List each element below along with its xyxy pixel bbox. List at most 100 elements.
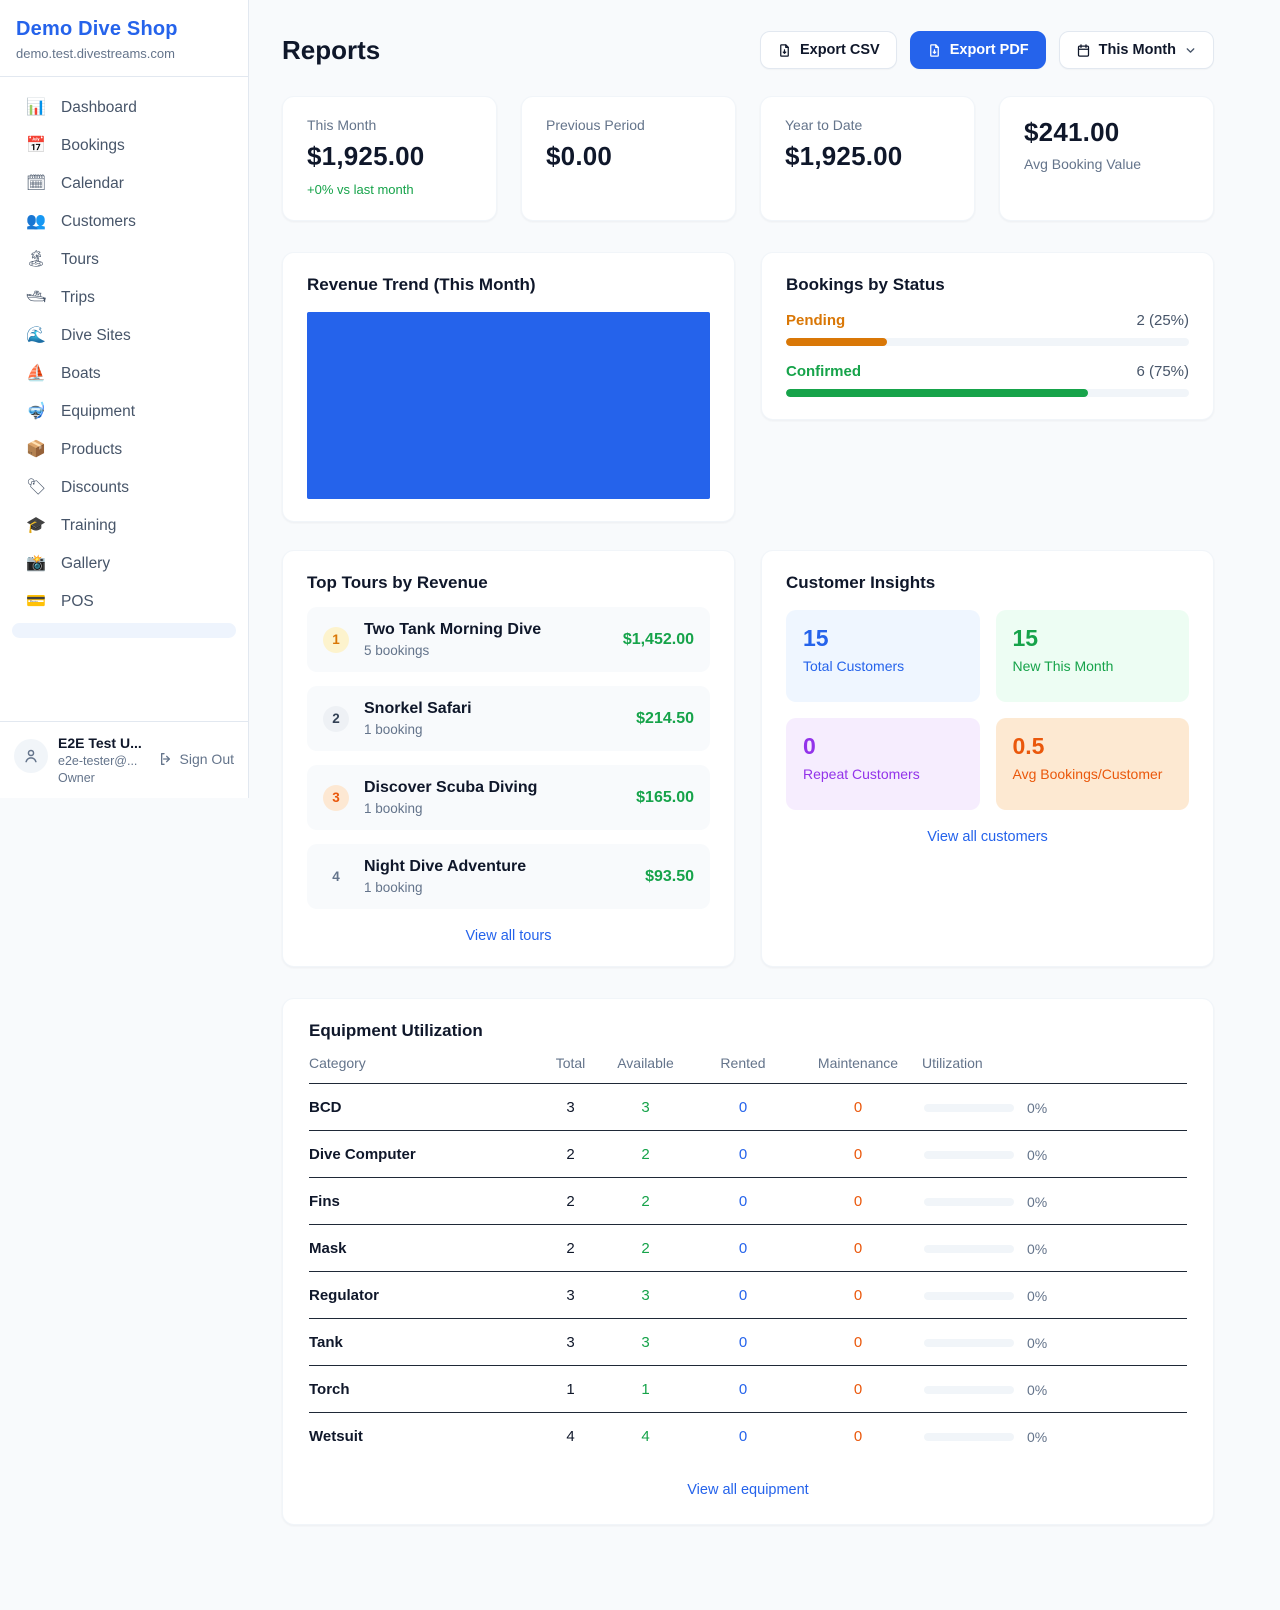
utilization-bar (924, 1198, 1014, 1206)
calendar-icon (1076, 43, 1091, 58)
user-email: e2e-tester@... (58, 754, 142, 768)
sidebar-item-label: Dashboard (61, 99, 137, 117)
sidebar-item-label: Training (61, 517, 116, 535)
training-icon: 🎓 (26, 518, 46, 534)
table-row: Torch 1 1 0 0 0% (309, 1366, 1187, 1413)
equipment-icon: 🤿 (26, 404, 46, 420)
sidebar-item-label: Gallery (61, 555, 110, 573)
tour-row-4[interactable]: 4 Night Dive Adventure 1 booking $93.50 (307, 844, 710, 909)
sidebar-item-calendar[interactable]: 🗓 Calendar (12, 165, 236, 203)
sidebar-item-trips[interactable]: 🛥 Trips (12, 279, 236, 317)
tours-icon: 🏝 (26, 252, 46, 268)
status-label: Pending (786, 312, 845, 329)
stat-value: $241.00 (1024, 117, 1189, 148)
products-icon: 📦 (26, 442, 46, 458)
sidebar-item-pos[interactable]: 💳 POS (12, 583, 236, 621)
file-download-icon (927, 43, 942, 58)
tile-total-customers: 15 Total Customers (786, 610, 980, 702)
sidebar-item-dashboard[interactable]: 📊 Dashboard (12, 89, 236, 127)
tile-new-this-month: 15 New This Month (996, 610, 1190, 702)
sidebar-item-gallery[interactable]: 📸 Gallery (12, 545, 236, 583)
tour-row-1[interactable]: 1 Two Tank Morning Dive 5 bookings $1,45… (307, 607, 710, 672)
sidebar-item-label: Tours (61, 251, 99, 269)
col-available: Available (599, 1055, 692, 1071)
tour-revenue: $93.50 (645, 868, 694, 886)
sidebar-item-tours[interactable]: 🏝 Tours (12, 241, 236, 279)
utilization-bar (924, 1104, 1014, 1112)
tile-value: 0 (803, 733, 963, 760)
boats-icon: ⛵ (26, 366, 46, 382)
bookings-by-status-card: Bookings by Status Pending 2 (25%) Confi… (761, 252, 1214, 420)
tile-label: New This Month (1013, 658, 1173, 674)
sidebar-active-item-partial[interactable] (12, 623, 236, 638)
table-row: Tank 3 3 0 0 0% (309, 1319, 1187, 1366)
tour-row-3[interactable]: 3 Discover Scuba Diving 1 booking $165.0… (307, 765, 710, 830)
file-download-icon (777, 43, 792, 58)
export-pdf-button[interactable]: Export PDF (910, 31, 1046, 69)
card-title: Top Tours by Revenue (307, 573, 710, 593)
equipment-table-header: Category Total Available Rented Maintena… (309, 1041, 1187, 1084)
view-all-customers-link[interactable]: View all customers (786, 829, 1189, 845)
tour-bookings: 1 booking (364, 722, 472, 737)
header-actions: Export CSV Export PDF This Month (760, 31, 1214, 69)
card-title: Equipment Utilization (309, 1021, 1187, 1041)
chevron-down-icon (1184, 44, 1197, 57)
customers-icon: 👥 (26, 214, 46, 230)
sidebar-item-bookings[interactable]: 📅 Bookings (12, 127, 236, 165)
tile-avg-bookings-customer: 0.5 Avg Bookings/Customer (996, 718, 1190, 810)
customer-insights-card: Customer Insights 15 Total Customers 15 … (761, 550, 1214, 967)
sidebar-item-dive-sites[interactable]: 🌊 Dive Sites (12, 317, 236, 355)
revenue-trend-card: Revenue Trend (This Month) (282, 252, 735, 522)
period-dropdown[interactable]: This Month (1059, 31, 1214, 69)
user-name: E2E Test U... (58, 735, 142, 751)
stat-value: $1,925.00 (307, 141, 472, 172)
sign-out-button[interactable]: Sign Out (158, 751, 234, 767)
dashboard-icon: 📊 (26, 100, 46, 116)
tour-revenue: $165.00 (636, 789, 694, 807)
user-role: Owner (58, 771, 142, 785)
gallery-icon: 📸 (26, 556, 46, 572)
tour-name: Two Tank Morning Dive (364, 621, 541, 639)
view-all-tours-link[interactable]: View all tours (307, 928, 710, 944)
sidebar-item-boats[interactable]: ⛵ Boats (12, 355, 236, 393)
status-progress-track (786, 338, 1189, 346)
table-row: Regulator 3 3 0 0 0% (309, 1272, 1187, 1319)
status-label: Confirmed (786, 363, 861, 380)
sidebar-item-label: Bookings (61, 137, 125, 155)
sidebar-item-label: Discounts (61, 479, 129, 497)
page-header: Reports Export CSV Export PDF This Month (282, 31, 1214, 69)
stat-delta: +0% vs last month (307, 182, 472, 197)
sidebar-item-label: Calendar (61, 175, 124, 193)
sidebar-item-discounts[interactable]: 🏷 Discounts (12, 469, 236, 507)
sign-out-icon (158, 751, 174, 767)
tile-repeat-customers: 0 Repeat Customers (786, 718, 980, 810)
rank-badge: 3 (323, 785, 349, 811)
view-all-equipment-link[interactable]: View all equipment (309, 1482, 1187, 1498)
sidebar-item-products[interactable]: 📦 Products (12, 431, 236, 469)
export-csv-button[interactable]: Export CSV (760, 31, 897, 69)
card-title: Revenue Trend (This Month) (307, 275, 710, 295)
tile-label: Repeat Customers (803, 766, 963, 782)
card-title: Customer Insights (786, 573, 1189, 593)
discounts-icon: 🏷 (26, 480, 46, 496)
tour-bookings: 5 bookings (364, 643, 541, 658)
sidebar-item-customers[interactable]: 👥 Customers (12, 203, 236, 241)
sidebar-item-equipment[interactable]: 🤿 Equipment (12, 393, 236, 431)
status-progress-track (786, 389, 1189, 397)
col-utilization: Utilization (922, 1055, 1187, 1071)
sidebar-item-label: Equipment (61, 403, 135, 421)
equipment-utilization-card: Equipment Utilization Category Total Ava… (282, 998, 1214, 1525)
tour-bookings: 1 booking (364, 801, 537, 816)
sidebar: Demo Dive Shop demo.test.divestreams.com… (0, 0, 249, 798)
sidebar-item-training[interactable]: 🎓 Training (12, 507, 236, 545)
table-row: Fins 2 2 0 0 0% (309, 1178, 1187, 1225)
stat-label: Year to Date (785, 117, 950, 133)
col-total: Total (542, 1055, 599, 1071)
tour-name: Night Dive Adventure (364, 858, 526, 876)
stat-label: Previous Period (546, 117, 711, 133)
avatar (14, 739, 48, 773)
stat-card-previous-period: Previous Period $0.00 (521, 96, 736, 221)
tour-bookings: 1 booking (364, 880, 526, 895)
tour-row-2[interactable]: 2 Snorkel Safari 1 booking $214.50 (307, 686, 710, 751)
sidebar-item-label: Trips (61, 289, 95, 307)
